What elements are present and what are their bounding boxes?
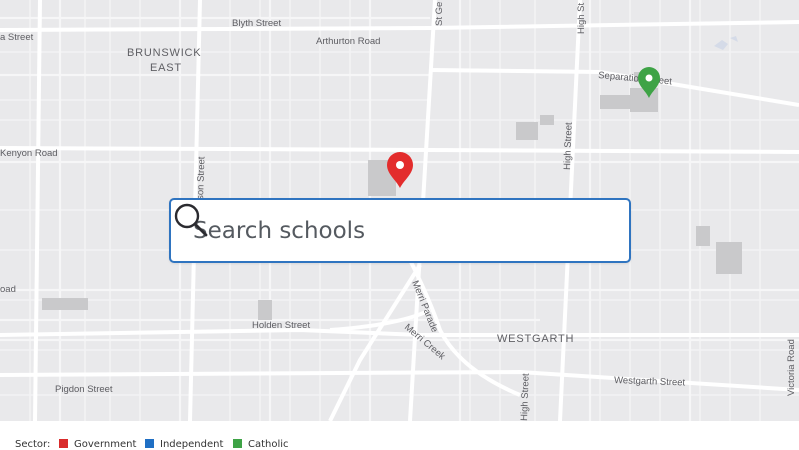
street-label-arthurton: Arthurton Road [316, 36, 380, 47]
suburb-label-brunswick: BRUNSWICK [127, 47, 201, 59]
street-label-westgarth: Westgarth Street [614, 375, 686, 388]
legend-item-catholic: Catholic [233, 439, 289, 450]
legend-text-catholic: Catholic [248, 439, 289, 450]
street-label-high-top: High St [576, 2, 587, 34]
legend-text-government: Government [74, 439, 137, 450]
map-view[interactable]: Blyth Street Arthurton Road a Street St … [0, 0, 799, 421]
legend-swatch-government [59, 439, 68, 448]
legend-swatch-independent [145, 439, 154, 448]
sector-legend: Sector: Government Independent Catholic [0, 421, 799, 450]
search-input[interactable] [171, 199, 629, 262]
street-label-victoria: Victoria Road [786, 339, 797, 396]
street-label-holden: Holden Street [252, 320, 310, 331]
legend-swatch-catholic [233, 439, 242, 448]
street-label-kenyon: Kenyon Road [0, 148, 58, 159]
street-label-nicholson: son Street [195, 156, 208, 200]
street-label-left-top: a Street [0, 32, 34, 43]
legend-item-government: Government [59, 439, 136, 450]
school-search-box[interactable] [169, 198, 631, 263]
building-blocks [42, 72, 742, 320]
legend-label: Sector: [15, 439, 51, 450]
street-label-blyth: Blyth Street [232, 18, 281, 29]
street-label-st-georges: St Ge [434, 2, 445, 26]
search-icon[interactable] [171, 200, 211, 240]
suburb-label-westgarth: WESTGARTH [497, 333, 574, 345]
street-label-pigdon: Pigdon Street [55, 384, 113, 395]
street-label-high-bottom: High Street [519, 373, 532, 421]
legend-item-independent: Independent [145, 439, 223, 450]
street-label-separation: Separation Street [598, 70, 673, 87]
suburb-label-east: EAST [150, 62, 182, 74]
street-label-high-mid: High Street [562, 122, 575, 170]
pond-shape [714, 36, 738, 50]
street-label-left-mid: oad [0, 284, 16, 295]
legend-text-independent: Independent [160, 439, 224, 450]
